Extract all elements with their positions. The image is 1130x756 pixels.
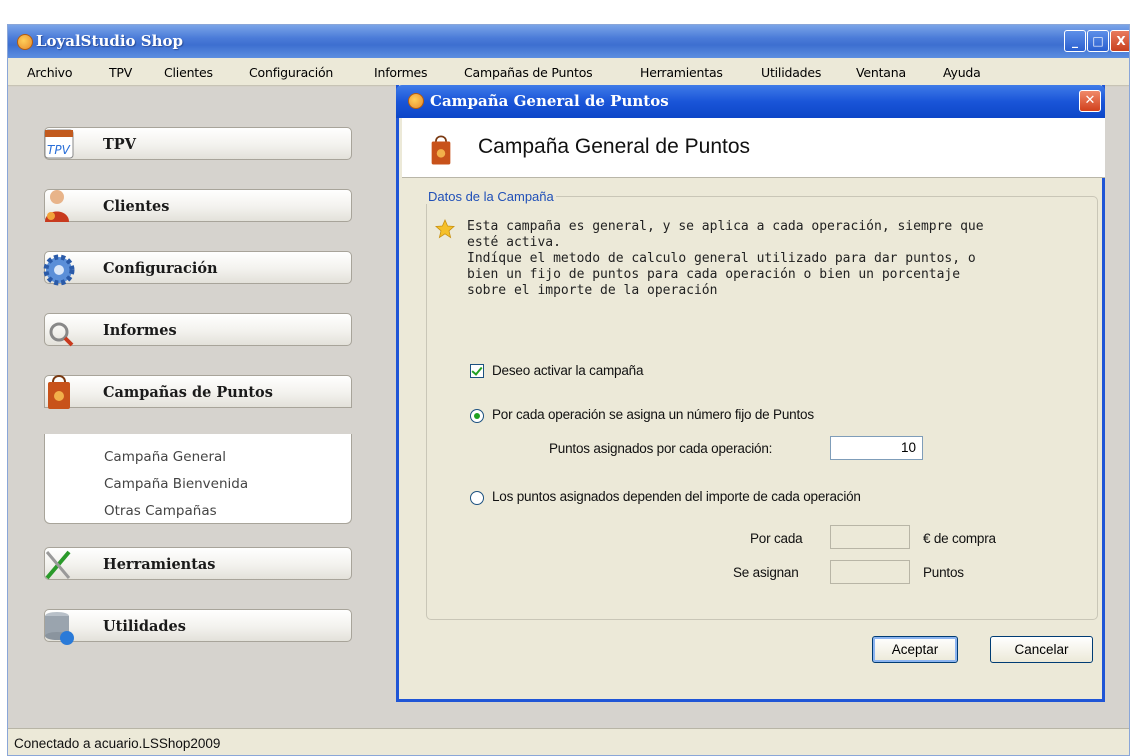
sidebar-item-utilidades[interactable]: Utilidades bbox=[44, 609, 352, 645]
dialog-header-title: Campaña General de Puntos bbox=[478, 135, 751, 158]
menu-ayuda[interactable]: Ayuda bbox=[943, 65, 981, 80]
por-cada-input[interactable] bbox=[830, 525, 910, 549]
amount-points-label: Los puntos asignados dependen del import… bbox=[492, 489, 861, 504]
por-cada-label: Por cada bbox=[750, 531, 803, 546]
maximize-button[interactable]: □ bbox=[1087, 30, 1109, 52]
menu-tpv[interactable]: TPV bbox=[109, 65, 132, 80]
close-button[interactable]: X bbox=[1110, 30, 1129, 52]
submenu-campana-bienvenida[interactable]: Campaña Bienvenida bbox=[104, 476, 248, 492]
sidebar-item-label: Configuración bbox=[103, 260, 218, 277]
accept-button[interactable]: Aceptar bbox=[872, 636, 958, 663]
points-per-op-label: Puntos asignados por cada operación: bbox=[549, 441, 773, 456]
sidebar-item-label: Utilidades bbox=[103, 618, 186, 635]
group-legend: Datos de la Campaña bbox=[426, 189, 556, 204]
sidebar-item-label: Campañas de Puntos bbox=[103, 384, 273, 401]
submenu-campana-general[interactable]: Campaña General bbox=[104, 449, 226, 465]
sidebar-item-label: Herramientas bbox=[103, 556, 216, 573]
svg-text:TPV: TPV bbox=[47, 143, 71, 157]
se-asignan-unit: Puntos bbox=[923, 565, 964, 580]
star-icon bbox=[435, 219, 455, 239]
menu-campanas[interactable]: Campañas de Puntos bbox=[464, 65, 593, 80]
status-text: Conectado a acuario.LSShop2009 bbox=[14, 736, 221, 751]
shopping-bag-icon bbox=[48, 375, 70, 409]
activate-label: Deseo activar la campaña bbox=[492, 363, 644, 378]
se-asignan-input[interactable] bbox=[830, 560, 910, 584]
sidebar-item-informes[interactable]: Informes bbox=[44, 313, 352, 347]
gear-icon bbox=[43, 254, 75, 286]
activate-checkbox[interactable] bbox=[470, 364, 484, 378]
menu-clientes[interactable]: Clientes bbox=[164, 65, 213, 80]
campaign-description: Esta campaña es general, y se aplica a c… bbox=[467, 219, 984, 298]
fixed-points-label: Por cada operación se asigna un número f… bbox=[492, 407, 814, 422]
submenu-otras-campanas[interactable]: Otras Campañas bbox=[104, 503, 217, 519]
por-cada-unit: € de compra bbox=[923, 531, 996, 546]
sidebar-item-label: Clientes bbox=[103, 198, 170, 215]
dialog-header: Campaña General de Puntos bbox=[402, 118, 1105, 178]
campaign-dialog: Campaña General de Puntos Datos de la Ca… bbox=[396, 85, 1105, 702]
menu-ventana[interactable]: Ventana bbox=[856, 65, 906, 80]
tpv-icon: TPV bbox=[44, 129, 74, 159]
cancel-button[interactable]: Cancelar bbox=[990, 636, 1093, 663]
app-title: LoyalStudio Shop bbox=[36, 32, 183, 50]
app-logo-icon bbox=[17, 34, 33, 50]
se-asignan-label: Se asignan bbox=[733, 565, 799, 580]
magnifier-icon bbox=[49, 322, 74, 347]
shopping-bag-icon bbox=[431, 135, 451, 165]
sidebar-item-tpv[interactable]: TPV TPV bbox=[44, 127, 352, 160]
app-logo-icon bbox=[408, 93, 424, 109]
menu-utilidades[interactable]: Utilidades bbox=[761, 65, 821, 80]
user-icon bbox=[45, 190, 69, 222]
sidebar-item-herramientas[interactable]: Herramientas bbox=[44, 547, 352, 580]
menu-archivo[interactable]: Archivo bbox=[27, 65, 73, 80]
sidebar-item-label: TPV bbox=[103, 136, 136, 153]
menu-bar: Archivo TPV Clientes Configuración Infor… bbox=[8, 58, 1129, 86]
amount-points-radio[interactable] bbox=[470, 491, 484, 505]
title-bar[interactable]: LoyalStudio Shop _ □ X bbox=[8, 25, 1129, 58]
tools-icon bbox=[45, 550, 71, 580]
dialog-title-bar[interactable]: Campaña General de Puntos ✕ bbox=[396, 85, 1105, 118]
sidebar-item-label: Informes bbox=[103, 322, 177, 339]
campanas-submenu: Campaña General Campaña Bienvenida Otras… bbox=[44, 434, 352, 524]
sidebar-item-clientes[interactable]: Clientes bbox=[44, 189, 352, 222]
fixed-points-radio[interactable] bbox=[470, 409, 484, 423]
sidebar-item-configuracion[interactable]: Configuración bbox=[43, 251, 352, 286]
menu-herramientas[interactable]: Herramientas bbox=[640, 65, 723, 80]
points-per-op-input[interactable]: 10 bbox=[830, 436, 923, 460]
menu-configuracion[interactable]: Configuración bbox=[249, 65, 333, 80]
minimize-button[interactable]: _ bbox=[1064, 30, 1086, 52]
status-bar: Conectado a acuario.LSShop2009 bbox=[8, 728, 1129, 755]
database-icon bbox=[45, 612, 74, 645]
menu-informes[interactable]: Informes bbox=[374, 65, 428, 80]
dialog-close-button[interactable]: ✕ bbox=[1079, 90, 1101, 112]
sidebar-item-campanas[interactable]: Campañas de Puntos bbox=[44, 375, 352, 409]
dialog-title: Campaña General de Puntos bbox=[430, 92, 669, 110]
